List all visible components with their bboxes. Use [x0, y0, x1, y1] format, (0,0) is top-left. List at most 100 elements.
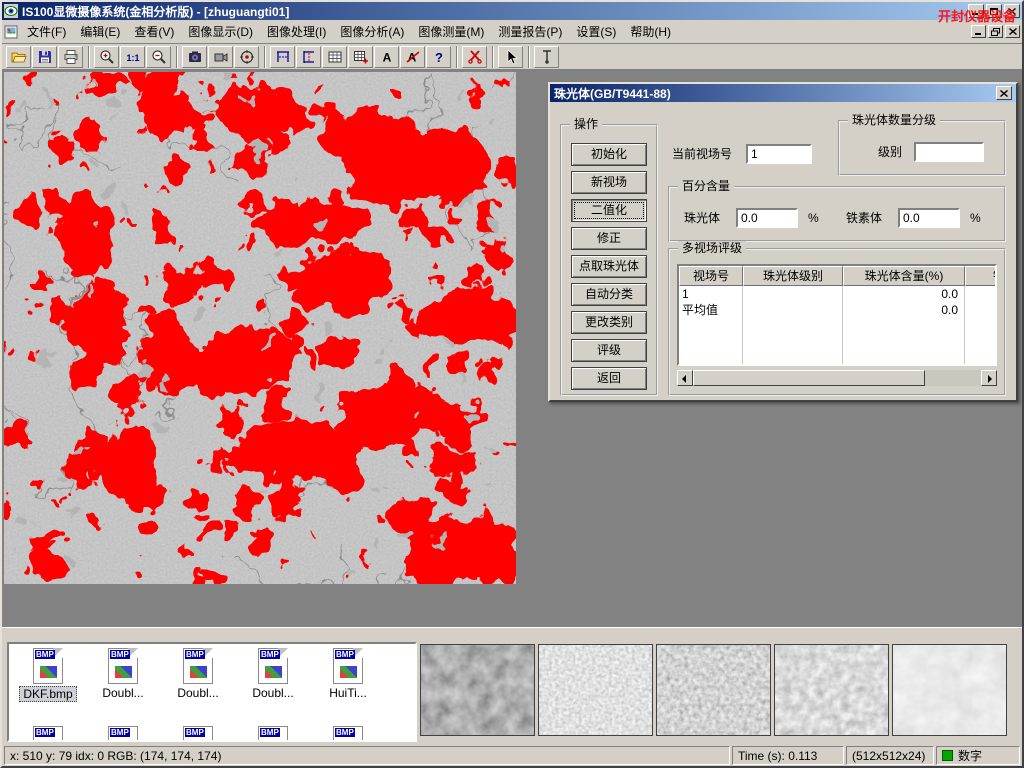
zoom-out-button[interactable]	[146, 46, 171, 68]
pick-button[interactable]	[498, 46, 523, 68]
col-header-content[interactable]: 珠光体含量(%)	[843, 266, 965, 286]
rate-button[interactable]: 评级	[571, 339, 647, 362]
status-mode: 数字	[936, 746, 1020, 765]
scroll-left-button[interactable]	[677, 370, 693, 386]
save-button[interactable]	[32, 46, 57, 68]
menu-view[interactable]: 查看(V)	[127, 20, 181, 43]
file-item[interactable]: BMP	[236, 726, 310, 742]
table-cell[interactable]: 0.0	[843, 302, 965, 318]
video-button[interactable]	[208, 46, 233, 68]
menu-file[interactable]: 文件(F)	[20, 20, 73, 43]
table-cell[interactable]	[965, 302, 997, 318]
rating-table[interactable]: 视场号 珠光体级别 珠光体含量(%) 铁素 1 0.0 平均值 0.0	[677, 264, 997, 366]
file-label[interactable]: Doubl...	[99, 686, 146, 700]
table-cell[interactable]	[743, 302, 843, 318]
change-class-button[interactable]: 更改类别	[571, 311, 647, 334]
workspace: 珠光体(GB/T9441-88) 操作 初始化 新视场 二值化 修正 点取珠光体…	[2, 70, 1022, 627]
table-horizontal-scrollbar[interactable]	[677, 370, 997, 386]
specimen-image[interactable]	[4, 72, 516, 584]
table-cell[interactable]	[743, 286, 843, 302]
font-button[interactable]: A	[374, 46, 399, 68]
table-cell[interactable]	[965, 286, 997, 302]
mdi-close-button[interactable]	[1005, 25, 1020, 38]
mdi-restore-button[interactable]	[988, 25, 1003, 38]
table-cell[interactable]: 1	[679, 286, 743, 302]
measure-width-button[interactable]	[270, 46, 295, 68]
bmp-file-icon: BMP	[183, 648, 213, 684]
col-header-level[interactable]: 珠光体级别	[743, 266, 843, 286]
table-filler	[743, 318, 843, 364]
new-field-button[interactable]: 新视场	[571, 171, 647, 194]
thumbnail-4[interactable]	[774, 644, 889, 736]
open-button[interactable]	[6, 46, 31, 68]
floppy-icon	[37, 49, 53, 65]
thumbnail-5[interactable]	[892, 644, 1007, 736]
file-label[interactable]: HuiTi...	[326, 686, 370, 700]
target-button[interactable]	[234, 46, 259, 68]
minimize-button[interactable]	[968, 4, 984, 18]
zoom-in-button[interactable]	[94, 46, 119, 68]
menu-image-measure[interactable]: 图像测量(M)	[411, 20, 491, 43]
file-item[interactable]: BMP	[11, 726, 85, 742]
col-header-field[interactable]: 视场号	[679, 266, 743, 286]
file-item[interactable]: BMP HuiTi...	[311, 648, 385, 700]
auto-classify-button[interactable]: 自动分类	[571, 283, 647, 306]
thumbnail-1[interactable]	[420, 644, 535, 736]
file-item[interactable]: BMP Doubl...	[86, 648, 160, 700]
grid-button[interactable]	[322, 46, 347, 68]
file-label[interactable]: DKF.bmp	[19, 686, 76, 702]
maximize-button[interactable]	[986, 4, 1002, 18]
file-item[interactable]: BMP Doubl...	[161, 648, 235, 700]
scrollbar-thumb[interactable]	[693, 370, 925, 386]
plumb-button[interactable]	[534, 46, 559, 68]
file-item[interactable]: BMP	[161, 726, 235, 742]
file-item[interactable]: BMP Doubl...	[236, 648, 310, 700]
table-cell[interactable]: 平均值	[679, 302, 743, 318]
file-item[interactable]: BMP DKF.bmp	[11, 648, 85, 702]
file-item[interactable]: BMP	[86, 726, 160, 742]
mdi-minimize-button[interactable]	[971, 25, 986, 38]
menu-image-analysis[interactable]: 图像分析(A)	[333, 20, 411, 43]
menu-edit[interactable]: 编辑(E)	[73, 20, 127, 43]
dialog-close-button[interactable]	[996, 86, 1012, 100]
menu-settings[interactable]: 设置(S)	[569, 20, 623, 43]
scroll-right-button[interactable]	[981, 370, 997, 386]
scrollbar-track[interactable]	[925, 370, 981, 386]
menu-image-process[interactable]: 图像处理(I)	[260, 20, 333, 43]
thumbnail-3[interactable]	[656, 644, 771, 736]
initialize-button[interactable]: 初始化	[571, 143, 647, 166]
bmp-badge: BMP	[35, 728, 55, 737]
dialog-title-bar[interactable]: 珠光体(GB/T9441-88)	[550, 84, 1016, 102]
menu-help[interactable]: 帮助(H)	[623, 20, 678, 43]
help-button[interactable]: ?	[426, 46, 451, 68]
menu-report[interactable]: 测量报告(P)	[491, 20, 569, 43]
col-header-ferrite[interactable]: 铁素	[965, 266, 997, 286]
measure-height-button[interactable]	[296, 46, 321, 68]
print-button[interactable]	[58, 46, 83, 68]
current-field-label: 当前视场号	[672, 144, 732, 164]
file-list[interactable]: BMP DKF.bmp BMP Doubl... BMP Doubl... BM…	[7, 642, 417, 742]
ferrite-input[interactable]	[898, 208, 960, 228]
close-button[interactable]	[1004, 4, 1020, 18]
pick-pearlite-button[interactable]: 点取珠光体	[571, 255, 647, 278]
actual-size-button[interactable]: 1:1	[120, 46, 145, 68]
file-item[interactable]: BMP	[311, 726, 385, 742]
camcorder-icon	[213, 49, 229, 65]
font-strike-button[interactable]: A	[400, 46, 425, 68]
correct-button[interactable]: 修正	[571, 227, 647, 250]
table-cell[interactable]: 0.0	[843, 286, 965, 302]
bmp-badge: BMP	[185, 728, 205, 737]
grid-add-button[interactable]	[348, 46, 373, 68]
current-field-input[interactable]	[746, 144, 812, 164]
return-button[interactable]: 返回	[571, 367, 647, 390]
binarize-button[interactable]: 二值化	[571, 199, 647, 222]
mdi-restore-icon	[991, 28, 1000, 36]
pearlite-input[interactable]	[736, 208, 798, 228]
menu-image-display[interactable]: 图像显示(D)	[181, 20, 260, 43]
level-input[interactable]	[914, 142, 984, 162]
capture-button[interactable]	[182, 46, 207, 68]
file-label[interactable]: Doubl...	[249, 686, 296, 700]
file-label[interactable]: Doubl...	[174, 686, 221, 700]
thumbnail-2[interactable]	[538, 644, 653, 736]
cut-button[interactable]	[462, 46, 487, 68]
